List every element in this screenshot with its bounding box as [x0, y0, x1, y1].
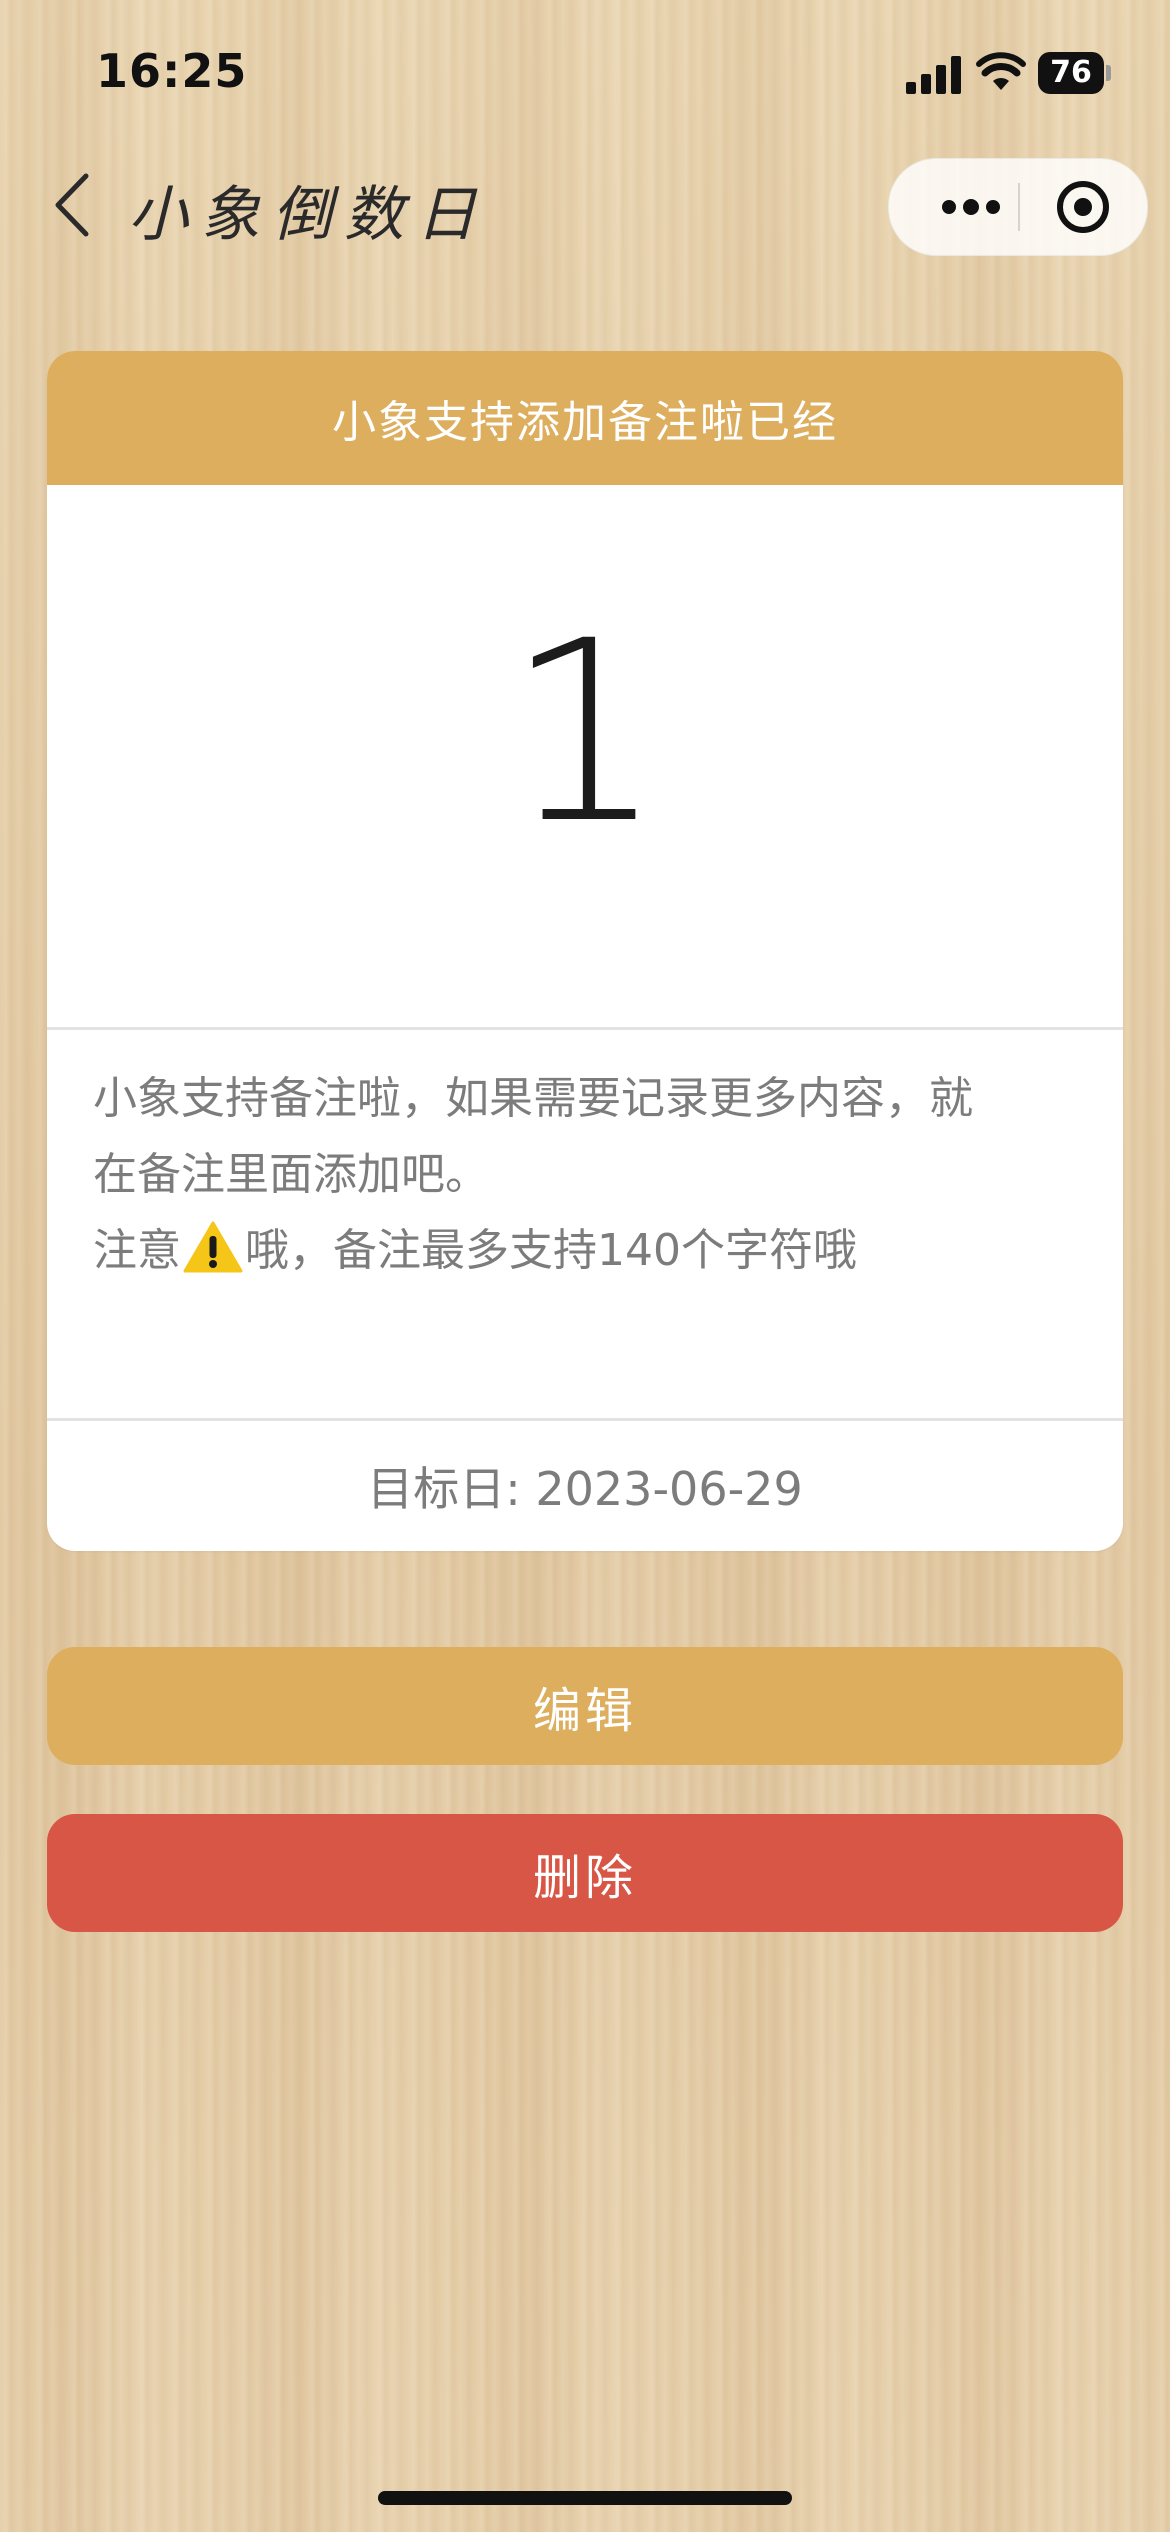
close-button[interactable]	[1041, 159, 1125, 255]
divider	[47, 1027, 1123, 1030]
note-line-3-end: 哦，备注最多支持140个字符哦	[245, 1225, 857, 1276]
battery-icon: 76	[1038, 52, 1112, 94]
note-line-1: 小象支持备注啦，如果需要记录更多内容，就	[93, 1073, 973, 1124]
capsule-divider	[1018, 183, 1020, 231]
more-icon	[942, 199, 1000, 215]
note-line-3-start: 注意	[93, 1225, 181, 1276]
more-button[interactable]	[929, 159, 1013, 255]
delete-button[interactable]: 删除	[47, 1814, 1123, 1932]
card-header: 小象支持添加备注啦已经	[47, 351, 1123, 485]
edit-button[interactable]: 编辑	[47, 1647, 1123, 1765]
day-count: 1	[505, 586, 665, 878]
note-text: 小象支持备注啦，如果需要记录更多内容，就 在备注里面添加吧。 注意 哦，备注最多…	[93, 1061, 1093, 1289]
warning-icon	[183, 1221, 243, 1273]
note-line-3: 注意 哦，备注最多支持140个字符哦	[93, 1213, 1093, 1289]
close-target-icon	[1057, 181, 1109, 233]
page-title: 小象倒数日	[128, 180, 488, 250]
home-indicator[interactable]	[378, 2491, 792, 2505]
note-line-2: 在备注里面添加吧。	[93, 1149, 489, 1200]
back-chevron-icon[interactable]	[52, 172, 92, 238]
status-time: 16:25	[96, 44, 248, 98]
wifi-icon	[976, 52, 1026, 90]
mini-program-capsule	[888, 158, 1148, 256]
countdown-card: 小象支持添加备注啦已经 1 小象支持备注啦，如果需要记录更多内容，就 在备注里面…	[47, 351, 1123, 1551]
target-date: 目标日: 2023-06-29	[367, 1462, 803, 1516]
battery-level: 76	[1050, 55, 1092, 90]
signal-icon	[906, 56, 961, 94]
